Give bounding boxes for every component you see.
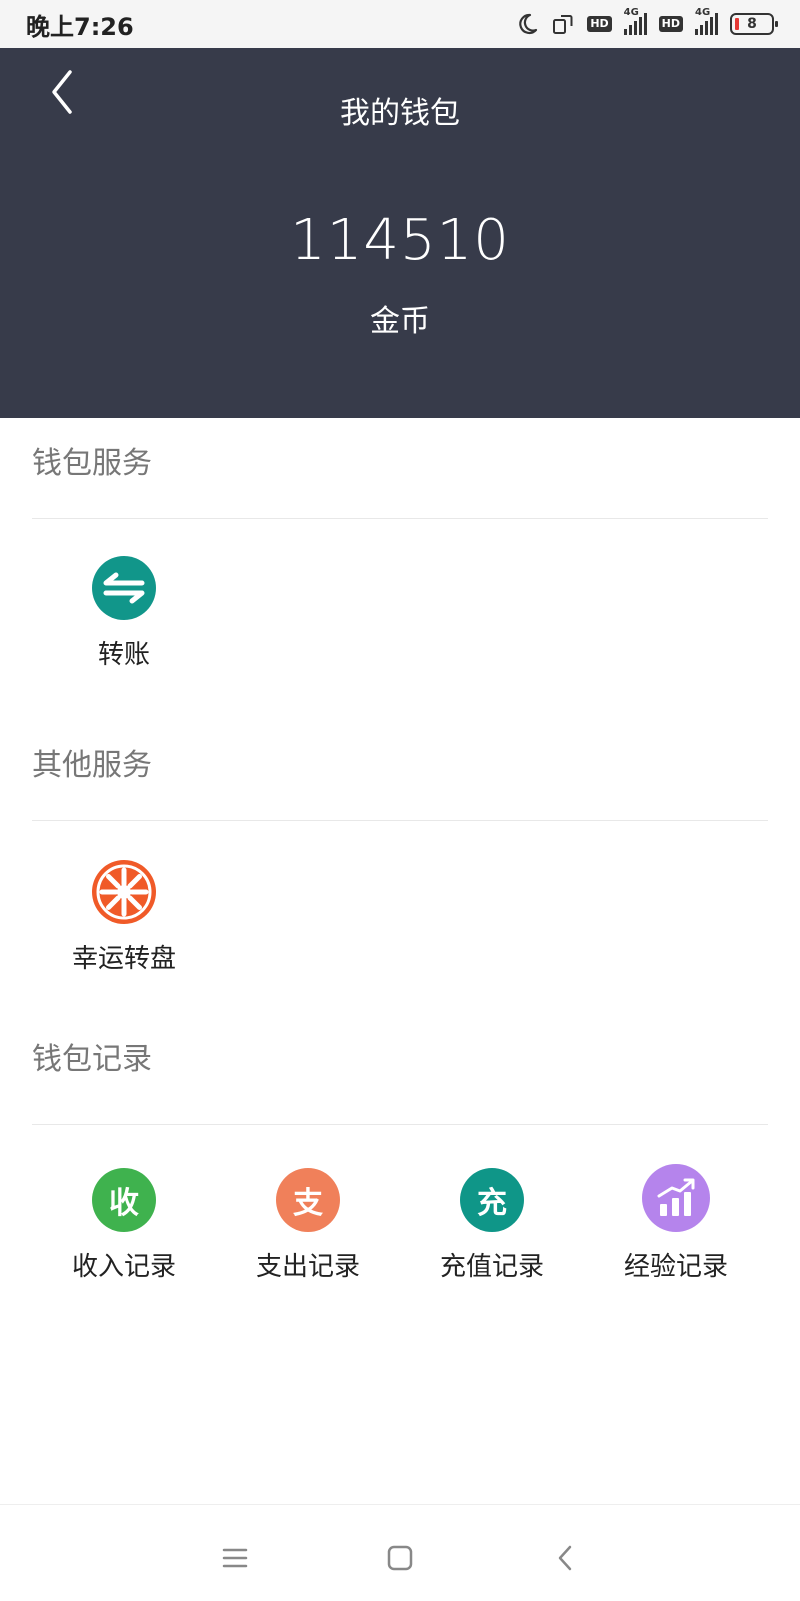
menu-icon: [222, 1548, 248, 1568]
bar-chart-icon: [642, 1164, 710, 1232]
transfer-label: 转账: [97, 640, 150, 670]
status-bar: 晚上7:26 HD 4G HD 4G 8: [0, 0, 800, 48]
hd-badge-2: HD: [658, 16, 683, 32]
4g-signal-icon-2: 4G: [695, 7, 718, 35]
screen-rotate-icon: [551, 12, 575, 36]
battery-fill: [735, 18, 739, 30]
system-nav-bar: [0, 1504, 800, 1601]
battery-level: 8: [747, 16, 757, 32]
income-records-label: 收入记录: [71, 1252, 176, 1282]
lucky-wheel-button[interactable]: 幸运转盘: [44, 860, 204, 975]
wallet-header: 我的钱包 114510 金币: [0, 48, 800, 418]
coin-balance: 114510: [290, 208, 510, 273]
transfer-icon: [92, 556, 156, 620]
experience-records-button[interactable]: 经验记录: [596, 1164, 756, 1283]
balance-unit: 金币: [370, 304, 430, 339]
back-icon: [558, 1545, 572, 1571]
home-button[interactable]: [375, 1533, 425, 1583]
page-title: 我的钱包: [340, 96, 460, 131]
4g-signal-icon: 4G: [623, 7, 647, 35]
section-title-wallet-services: 钱包服务: [32, 446, 152, 481]
divider: [32, 1124, 768, 1125]
expense-icon: 支: [276, 1168, 340, 1232]
lucky-wheel-icon: [92, 860, 156, 924]
hd-badge: HD: [587, 16, 612, 32]
recharge-records-label: 充值记录: [439, 1252, 544, 1282]
income-records-button[interactable]: 收 收入记录: [44, 1168, 204, 1283]
status-time: 晚上7:26: [26, 12, 134, 41]
experience-records-label: 经验记录: [623, 1252, 728, 1282]
expense-records-button[interactable]: 支 支出记录: [228, 1168, 388, 1283]
home-icon: [387, 1545, 413, 1571]
divider: [32, 518, 768, 519]
lucky-wheel-label: 幸运转盘: [71, 944, 176, 974]
income-icon: 收: [92, 1168, 156, 1232]
section-title-wallet-records: 钱包记录: [32, 1042, 152, 1077]
recharge-icon: 充: [460, 1168, 524, 1232]
menu-button[interactable]: [210, 1533, 260, 1583]
transfer-button[interactable]: 转账: [44, 556, 204, 671]
status-icons: HD 4G HD 4G 8: [515, 7, 778, 36]
expense-records-label: 支出记录: [255, 1252, 360, 1282]
battery-icon: 8: [730, 13, 778, 35]
section-title-other-services: 其他服务: [32, 748, 152, 783]
divider: [32, 820, 768, 821]
nav-back-button[interactable]: [540, 1533, 590, 1583]
moon-icon: [515, 12, 539, 36]
recharge-records-button[interactable]: 充 充值记录: [412, 1168, 572, 1283]
